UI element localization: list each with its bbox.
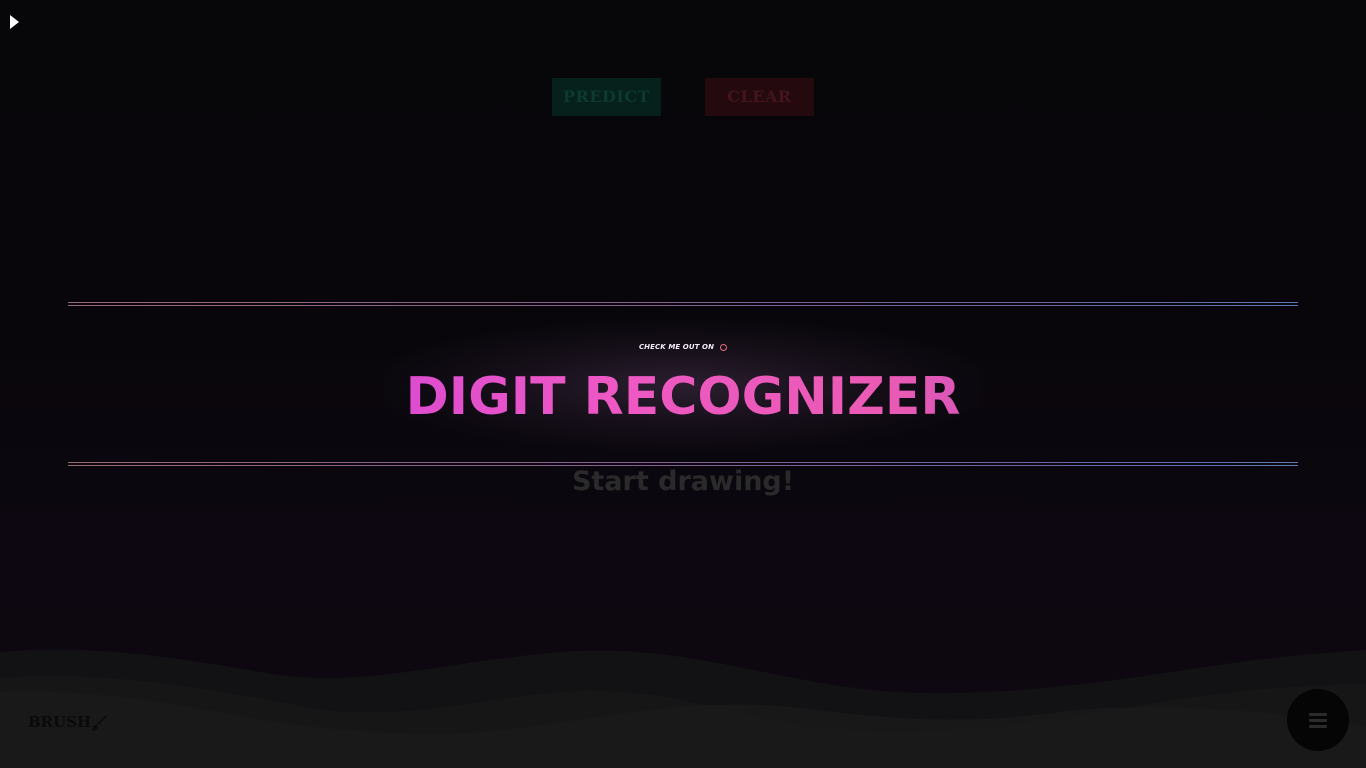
brush-icon[interactable]	[90, 714, 108, 732]
divider-top	[68, 302, 1298, 306]
github-link-label: CHECK ME OUT ON	[638, 343, 715, 351]
play-icon[interactable]	[10, 15, 19, 29]
menu-button[interactable]	[1287, 689, 1349, 751]
footer-waves	[0, 649, 1366, 768]
github-icon[interactable]	[720, 344, 728, 351]
clear-button[interactable]: CLEAR	[705, 78, 814, 116]
github-link[interactable]: CHECK ME OUT ON	[0, 343, 1366, 351]
start-drawing-hint: Start drawing!	[571, 466, 795, 497]
brush-label[interactable]: BRUSH	[28, 713, 91, 731]
app-stage: PREDICT CLEAR CHECK ME OUT ON DIGIT RECO…	[0, 0, 1366, 768]
predict-button[interactable]: PREDICT	[552, 78, 661, 116]
page-title: DIGIT RECOGNIZER	[0, 362, 1366, 432]
